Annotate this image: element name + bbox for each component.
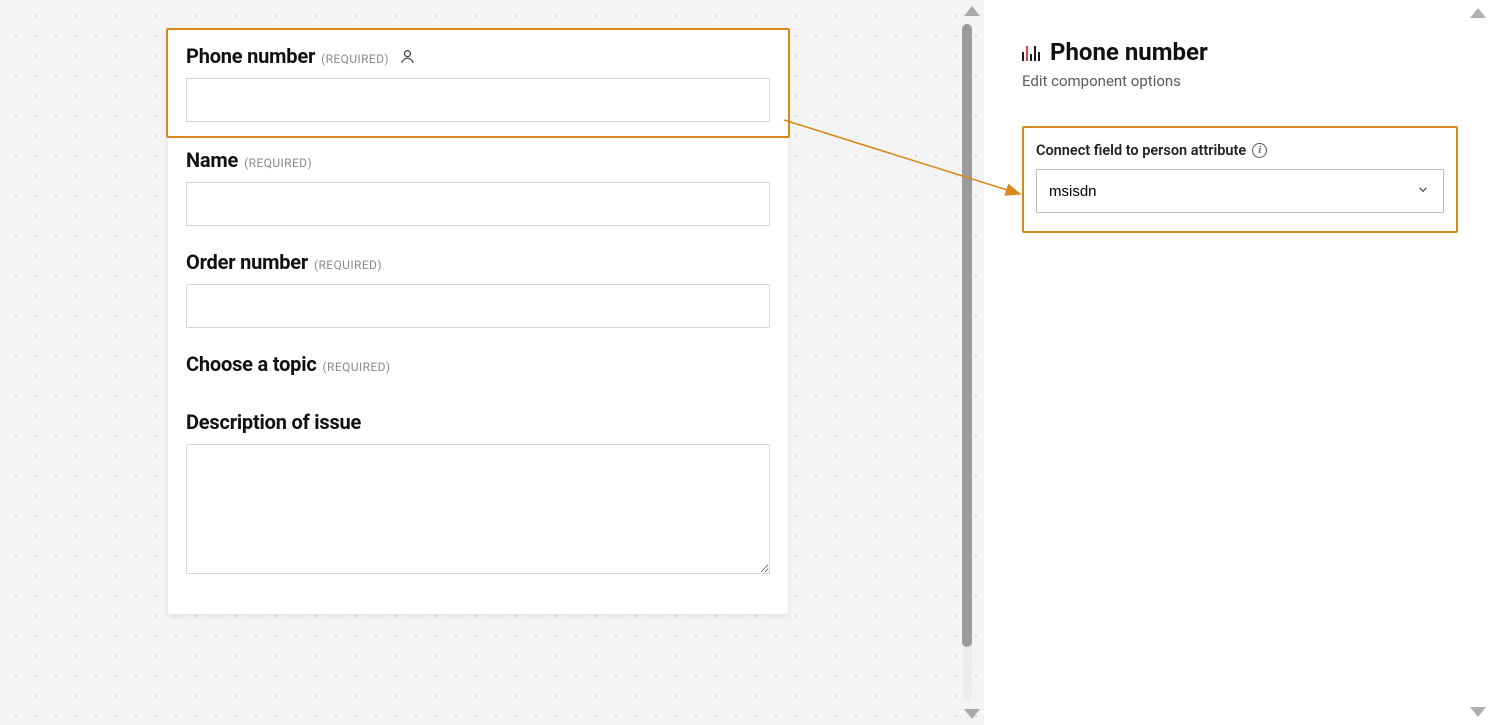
form-field-description[interactable]: Description of issue [168, 398, 788, 590]
panel-scroll-up-icon[interactable] [1470, 8, 1486, 18]
person-attribute-section: Connect field to person attribute i msis… [1022, 126, 1458, 233]
form-field-name[interactable]: Name (REQUIRED) [168, 136, 788, 238]
component-options-panel: Phone number Edit component options Conn… [984, 0, 1496, 725]
required-tag: (REQUIRED) [244, 156, 312, 170]
field-label: Description of issue [186, 410, 361, 434]
person-icon [399, 48, 416, 65]
phone-number-input[interactable] [186, 78, 770, 122]
form-field-choose-topic[interactable]: Choose a topic (REQUIRED) [168, 340, 788, 398]
canvas-scrollbar-thumb[interactable] [962, 24, 972, 647]
field-label-row: Order number (REQUIRED) [186, 250, 770, 274]
info-icon[interactable]: i [1252, 143, 1267, 158]
field-label-row: Phone number (REQUIRED) [186, 44, 770, 68]
description-textarea[interactable] [186, 444, 770, 574]
field-label-row: Description of issue [186, 410, 770, 434]
required-tag: (REQUIRED) [321, 52, 389, 66]
panel-title: Phone number [1050, 38, 1208, 66]
order-number-input[interactable] [186, 284, 770, 328]
field-label: Choose a topic [186, 352, 317, 376]
panel-title-row: Phone number [1022, 38, 1458, 66]
canvas-scroll-down-icon[interactable] [964, 709, 980, 719]
field-label: Name [186, 148, 238, 172]
required-tag: (REQUIRED) [314, 258, 382, 272]
form-field-phone-number[interactable]: Phone number (REQUIRED) [166, 28, 790, 138]
attribute-select[interactable]: msisdn [1036, 169, 1444, 213]
form-field-order-number[interactable]: Order number (REQUIRED) [168, 238, 788, 340]
attribute-select-wrap: msisdn [1036, 169, 1444, 213]
field-label: Order number [186, 250, 308, 274]
canvas-scroll-up-icon[interactable] [964, 6, 980, 16]
attribute-label-row: Connect field to person attribute i [1036, 142, 1444, 159]
form-card: Phone number (REQUIRED) Name (REQUIRED) [168, 30, 788, 614]
name-input[interactable] [186, 182, 770, 226]
text-input-icon [1022, 43, 1040, 61]
attribute-label: Connect field to person attribute [1036, 142, 1246, 159]
canvas-scrollbar[interactable] [962, 24, 972, 701]
field-label: Phone number [186, 44, 315, 68]
field-label-row: Name (REQUIRED) [186, 148, 770, 172]
attribute-select-value: msisdn [1049, 183, 1097, 200]
panel-subtitle: Edit component options [1022, 72, 1458, 90]
panel-scroll-down-icon[interactable] [1470, 707, 1486, 717]
field-label-row: Choose a topic (REQUIRED) [186, 352, 770, 376]
required-tag: (REQUIRED) [323, 360, 391, 374]
form-canvas[interactable]: Phone number (REQUIRED) Name (REQUIRED) [0, 0, 984, 725]
